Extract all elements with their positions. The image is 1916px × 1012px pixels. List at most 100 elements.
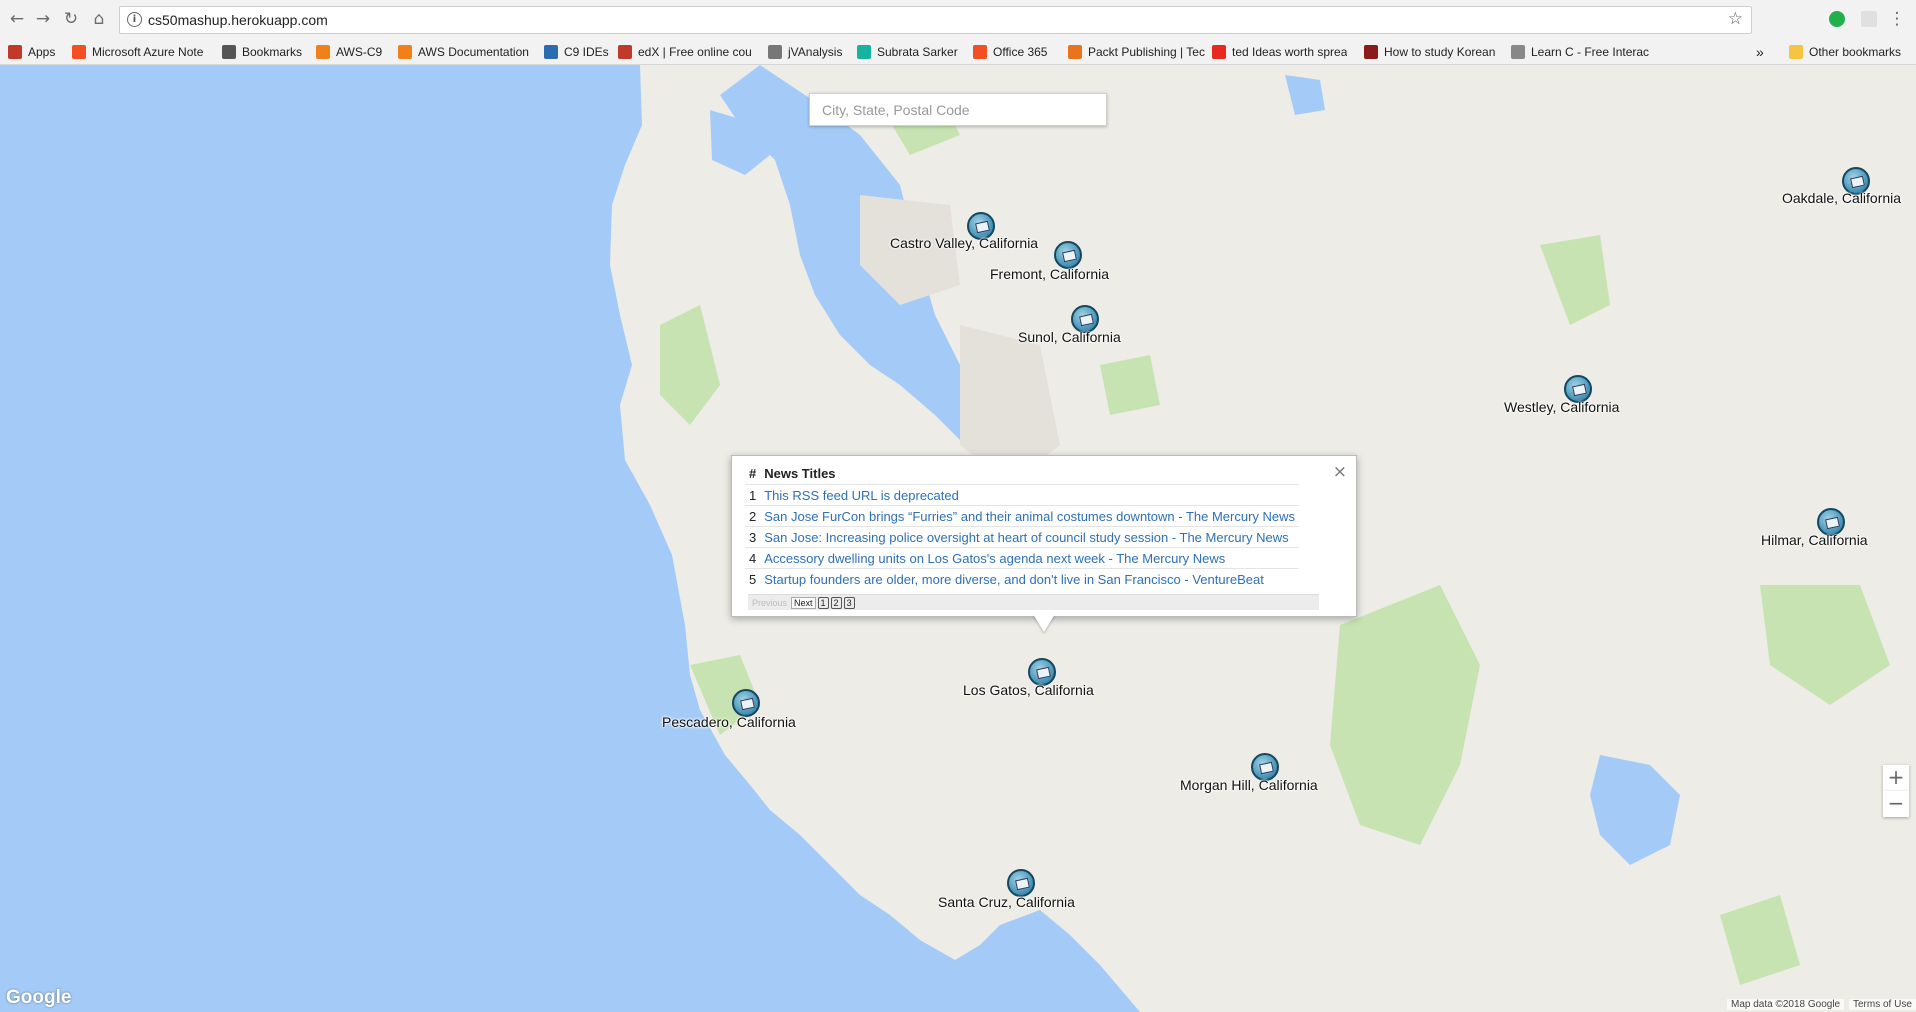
address-bar[interactable]: i cs50mashup.herokuapp.com ☆ [119, 6, 1752, 34]
info-window-pointer [1033, 614, 1055, 632]
ted-icon [1212, 45, 1226, 59]
news-table: # News Titles 1 This RSS feed URL is depr… [745, 464, 1300, 589]
terms-of-use-link[interactable]: Terms of Use [1849, 999, 1916, 1010]
microsoft-icon [72, 45, 86, 59]
news-title-cell: This RSS feed URL is deprecated [760, 484, 1300, 506]
news-row-number: 1 [745, 484, 761, 506]
news-info-window: × # News Titles 1 This RSS feed URL is de… [731, 455, 1357, 617]
bookmarks-bar: Other bookmarks » Apps Microsoft Azure No… [0, 40, 1916, 65]
bookmark-label: ted Ideas worth sprea [1232, 45, 1348, 59]
chart-icon [768, 45, 782, 59]
bookmark-item[interactable]: AWS Documentation [398, 43, 529, 61]
zoom-in-button[interactable]: + [1883, 765, 1909, 791]
news-marker-icon[interactable] [1007, 869, 1035, 897]
map-attribution: Map data ©2018 Google [1727, 999, 1845, 1010]
bookmark-item[interactable]: jVAnalysis [768, 43, 842, 61]
extension-icon[interactable] [1861, 11, 1877, 27]
news-title-link[interactable]: Accessory dwelling units on Los Gatos's … [764, 551, 1225, 566]
news-row: 5 Startup founders are older, more divers… [745, 568, 1300, 589]
news-table-header: # News Titles [745, 464, 1299, 485]
bookmark-label: Learn C - Free Interac [1531, 45, 1650, 59]
news-pager: Previous Next 123 [748, 594, 1319, 610]
news-title-cell: San Jose: Increasing police oversight at… [760, 526, 1300, 548]
pager-page-button[interactable]: 3 [843, 596, 855, 609]
bookmark-item[interactable]: Subrata Sarker [857, 43, 958, 61]
pager-previous-button[interactable]: Previous [750, 598, 789, 608]
news-row-number: 5 [745, 568, 761, 589]
marker-label[interactable]: Los Gatos, California [963, 682, 1094, 698]
news-marker-icon[interactable] [732, 689, 760, 717]
other-bookmarks[interactable]: Other bookmarks [1789, 43, 1901, 61]
marker-label[interactable]: Pescadero, California [662, 714, 796, 730]
apps-grid-icon [8, 45, 22, 59]
bookmark-label: How to study Korean [1384, 45, 1496, 59]
marker-label[interactable]: Morgan Hill, California [1180, 777, 1318, 793]
news-marker-icon[interactable] [1054, 241, 1082, 269]
zoom-out-button[interactable]: − [1883, 791, 1909, 817]
bookmark-label: Subrata Sarker [877, 45, 958, 59]
bookmark-star-icon[interactable]: ☆ [1728, 9, 1743, 29]
map[interactable]: Castro Valley, California Fremont, Califo… [0, 65, 1916, 1012]
news-row: 1 This RSS feed URL is deprecated [745, 484, 1300, 506]
forward-arrow-icon[interactable]: → [32, 8, 54, 30]
bookmark-item[interactable]: Learn C - Free Interac [1511, 43, 1649, 61]
pager-next-button[interactable]: Next [791, 596, 816, 609]
bookmark-item[interactable]: C9 IDEs [544, 43, 609, 61]
bookmark-label: Packt Publishing | Tec [1088, 45, 1205, 59]
location-search-input[interactable] [809, 93, 1107, 126]
bookmark-label: jVAnalysis [788, 45, 843, 59]
bookmark-item[interactable]: Packt Publishing | Tec [1068, 43, 1205, 61]
cloud9-icon [544, 45, 558, 59]
news-title-link[interactable]: San Jose FurCon brings “Furries” and the… [764, 509, 1295, 524]
marker-label[interactable]: Santa Cruz, California [938, 894, 1075, 910]
news-title-cell: San Jose FurCon brings “Furries” and the… [760, 505, 1300, 527]
marker-label[interactable]: Castro Valley, California [890, 235, 1038, 251]
col-num-header: # [749, 466, 757, 481]
bookmark-item[interactable]: How to study Korean [1364, 43, 1495, 61]
news-title-cell: Accessory dwelling units on Los Gatos's … [760, 547, 1300, 569]
korean-icon [1364, 45, 1378, 59]
bookmark-label: edX | Free online cou [638, 45, 752, 59]
url-text: cs50mashup.herokuapp.com [148, 12, 328, 28]
marker-label[interactable]: Fremont, California [990, 266, 1109, 282]
page-icon [1511, 45, 1525, 59]
bookmark-item[interactable]: Apps [8, 43, 55, 61]
news-row-number: 4 [745, 547, 761, 569]
bookmark-label: AWS-C9 [336, 45, 383, 59]
star-icon [222, 45, 236, 59]
grammarly-extension-icon[interactable] [1829, 11, 1845, 27]
menu-kebab-icon[interactable]: ⋮ [1886, 8, 1908, 30]
edx-icon [618, 45, 632, 59]
bookmarks-overflow-chevron[interactable]: » [1756, 43, 1764, 61]
close-icon[interactable]: × [1333, 462, 1347, 482]
bookmark-item[interactable]: ted Ideas worth sprea [1212, 43, 1347, 61]
packt-icon [1068, 45, 1082, 59]
pager-page-button[interactable]: 1 [817, 596, 829, 609]
bookmark-label: C9 IDEs [564, 45, 609, 59]
news-title-cell: Startup founders are older, more diverse… [760, 568, 1300, 589]
marker-label[interactable]: Westley, California [1504, 399, 1619, 415]
bookmark-item[interactable]: edX | Free online cou [618, 43, 752, 61]
news-title-link[interactable]: Startup founders are older, more diverse… [764, 572, 1264, 587]
park-area [1100, 355, 1160, 415]
marker-label[interactable]: Hilmar, California [1761, 532, 1868, 548]
bookmark-item[interactable]: Bookmarks [222, 43, 302, 61]
marker-label[interactable]: Oakdale, California [1782, 190, 1901, 206]
info-icon[interactable]: i [127, 12, 142, 27]
bookmark-label: Bookmarks [242, 45, 303, 59]
google-logo: Google [6, 987, 72, 1008]
reload-icon[interactable]: ↻ [60, 8, 82, 30]
bookmark-item[interactable]: Office 365 [973, 43, 1047, 61]
pager-page-button[interactable]: 2 [830, 596, 842, 609]
news-row: 2 San Jose FurCon brings “Furries” and th… [745, 505, 1300, 527]
bookmark-label: AWS Documentation [418, 45, 529, 59]
bookmark-item[interactable]: AWS-C9 [316, 43, 382, 61]
home-icon[interactable]: ⌂ [88, 8, 110, 30]
back-arrow-icon[interactable]: ← [6, 8, 28, 30]
news-title-link[interactable]: This RSS feed URL is deprecated [764, 488, 959, 503]
bookmark-item[interactable]: Microsoft Azure Note [72, 43, 203, 61]
marker-label[interactable]: Sunol, California [1018, 329, 1121, 345]
news-title-link[interactable]: San Jose: Increasing police oversight at… [764, 530, 1288, 545]
aws-icon [316, 45, 330, 59]
news-row-number: 3 [745, 526, 761, 548]
